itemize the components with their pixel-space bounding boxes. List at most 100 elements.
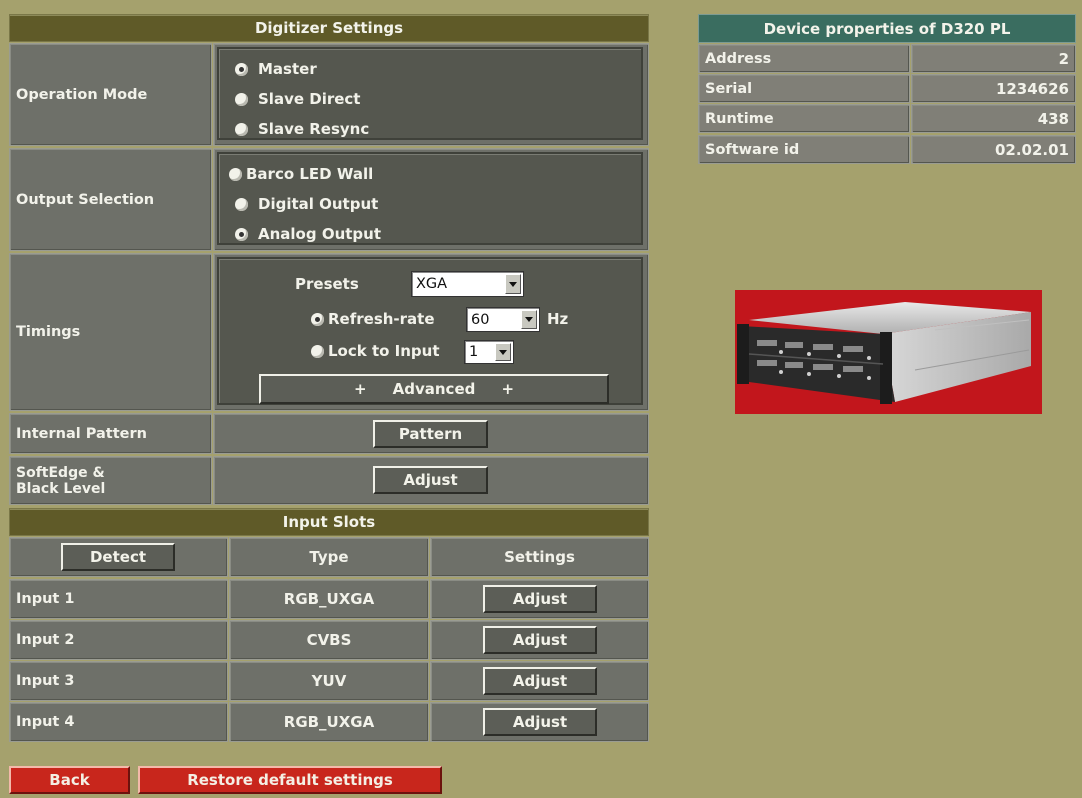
detect-cell: Detect [9, 537, 228, 577]
internal-pattern-cell: Pattern [213, 413, 649, 454]
chevron-down-icon [521, 310, 537, 329]
table-row: Input 3 [9, 661, 228, 701]
softedge-adjust-button[interactable]: Adjust [373, 466, 488, 494]
timings-group: Presets XGA Refresh-rate 60 Hz Lock to I… [217, 257, 643, 405]
radio-digital-output[interactable]: Digital Output [235, 195, 378, 213]
input-1-adjust-button[interactable]: Adjust [483, 585, 597, 613]
settings-header-cell: Settings [430, 537, 649, 577]
radio-unselected-icon [229, 167, 242, 181]
radio-slave-resync-label: Slave Resync [258, 120, 370, 138]
input-settings-cell: Adjust [430, 702, 649, 742]
type-column-header: Type [309, 548, 349, 566]
prop-value-cell: 2 [911, 44, 1076, 73]
radio-unselected-icon [311, 344, 324, 358]
table-row: Input 4 [9, 702, 228, 742]
chevron-down-icon [505, 274, 521, 294]
internal-pattern-label: Internal Pattern [16, 425, 147, 442]
output-selection-label-cell: Output Selection [9, 148, 212, 251]
input-type-cell: RGB_UXGA [229, 702, 429, 742]
input-settings-cell: Adjust [430, 620, 649, 660]
digitizer-settings-header: Digitizer Settings [9, 14, 649, 42]
device-properties-header: Device properties of D320 PL [698, 14, 1076, 43]
timings-label-cell: Timings [9, 253, 212, 411]
input-name: Input 1 [16, 591, 75, 607]
refresh-rate-select[interactable]: 60 [466, 307, 540, 332]
prop-label: Serial [705, 80, 753, 97]
prop-value-cell: 1234626 [911, 74, 1076, 103]
timings-cell: Presets XGA Refresh-rate 60 Hz Lock to I… [213, 253, 649, 411]
operation-mode-group: Master Slave Direct Slave Resync [217, 47, 643, 140]
radio-selected-icon [235, 62, 248, 76]
softedge-label-line2: Black Level [16, 480, 106, 497]
radio-selected-icon [311, 312, 324, 326]
input-settings-cell: Adjust [430, 661, 649, 701]
prop-row-runtime: Runtime [698, 104, 910, 133]
presets-label: Presets [295, 275, 359, 293]
prop-value: 1234626 [995, 79, 1069, 98]
prop-label: Address [705, 50, 772, 67]
presets-value: XGA [416, 276, 448, 292]
input-3-adjust-button[interactable]: Adjust [483, 667, 597, 695]
radio-barco-led-wall-label: Barco LED Wall [246, 165, 374, 183]
prop-row-software-id: Software id [698, 135, 910, 164]
input-4-adjust-button[interactable]: Adjust [483, 708, 597, 736]
operation-mode-label-cell: Operation Mode [9, 43, 212, 146]
input-type-cell: YUV [229, 661, 429, 701]
radio-refresh-rate[interactable]: Refresh-rate [311, 310, 435, 328]
timings-label: Timings [16, 324, 81, 340]
operation-mode-label: Operation Mode [16, 86, 148, 103]
advanced-button[interactable]: + Advanced + [259, 374, 609, 404]
operation-mode-cell: Master Slave Direct Slave Resync [213, 43, 649, 146]
radio-analog-output[interactable]: Analog Output [235, 225, 381, 243]
prop-row-address: Address [698, 44, 910, 73]
radio-selected-icon [235, 227, 248, 241]
type-header-cell: Type [229, 537, 429, 577]
softedge-label-cell: SoftEdge & Black Level [9, 456, 212, 505]
output-selection-label: Output Selection [16, 191, 155, 208]
input-type-cell: RGB_UXGA [229, 579, 429, 619]
input-slots-header: Input Slots [9, 508, 649, 536]
input-type: CVBS [306, 631, 352, 649]
prop-value: 02.02.01 [994, 140, 1069, 159]
input-type: RGB_UXGA [283, 713, 375, 731]
input-name: Input 3 [16, 673, 75, 689]
lock-input-select[interactable]: 1 [464, 340, 514, 364]
detect-button[interactable]: Detect [61, 543, 175, 571]
radio-unselected-icon [235, 92, 248, 106]
table-row: Input 2 [9, 620, 228, 660]
input-2-adjust-button[interactable]: Adjust [483, 626, 597, 654]
radio-analog-output-label: Analog Output [258, 225, 382, 243]
pattern-button[interactable]: Pattern [373, 420, 488, 448]
radio-slave-direct[interactable]: Slave Direct [235, 90, 360, 108]
prop-label: Runtime [705, 110, 774, 127]
refresh-rate-value: 60 [471, 311, 490, 328]
output-selection-group: Barco LED Wall Digital Output Analog Out… [217, 152, 643, 245]
table-row: Input 1 [9, 579, 228, 619]
input-type: RGB_UXGA [283, 590, 375, 608]
lock-to-input-label: Lock to Input [328, 342, 440, 360]
radio-unselected-icon [235, 197, 248, 211]
softedge-cell: Adjust [213, 456, 649, 505]
output-selection-cell: Barco LED Wall Digital Output Analog Out… [213, 148, 649, 251]
input-type: YUV [311, 672, 347, 690]
radio-master-label: Master [258, 60, 317, 78]
prop-label: Software id [705, 141, 800, 158]
radio-master[interactable]: Master [235, 60, 317, 78]
refresh-unit: Hz [547, 310, 569, 328]
lock-input-value: 1 [469, 344, 479, 360]
presets-select[interactable]: XGA [411, 271, 524, 297]
radio-barco-led-wall[interactable]: Barco LED Wall [229, 165, 373, 183]
refresh-rate-label: Refresh-rate [328, 310, 435, 328]
radio-lock-to-input[interactable]: Lock to Input [311, 342, 440, 360]
prop-value: 2 [1058, 49, 1069, 68]
restore-defaults-button[interactable]: Restore default settings [138, 766, 442, 794]
internal-pattern-label-cell: Internal Pattern [9, 413, 212, 454]
input-name: Input 2 [16, 632, 75, 648]
radio-slave-direct-label: Slave Direct [258, 90, 361, 108]
radio-slave-resync[interactable]: Slave Resync [235, 120, 369, 138]
radio-digital-output-label: Digital Output [258, 195, 379, 213]
back-button[interactable]: Back [9, 766, 130, 794]
prop-value: 438 [1037, 109, 1069, 128]
softedge-label: SoftEdge & Black Level [10, 465, 105, 497]
softedge-label-line1: SoftEdge & [16, 464, 105, 481]
